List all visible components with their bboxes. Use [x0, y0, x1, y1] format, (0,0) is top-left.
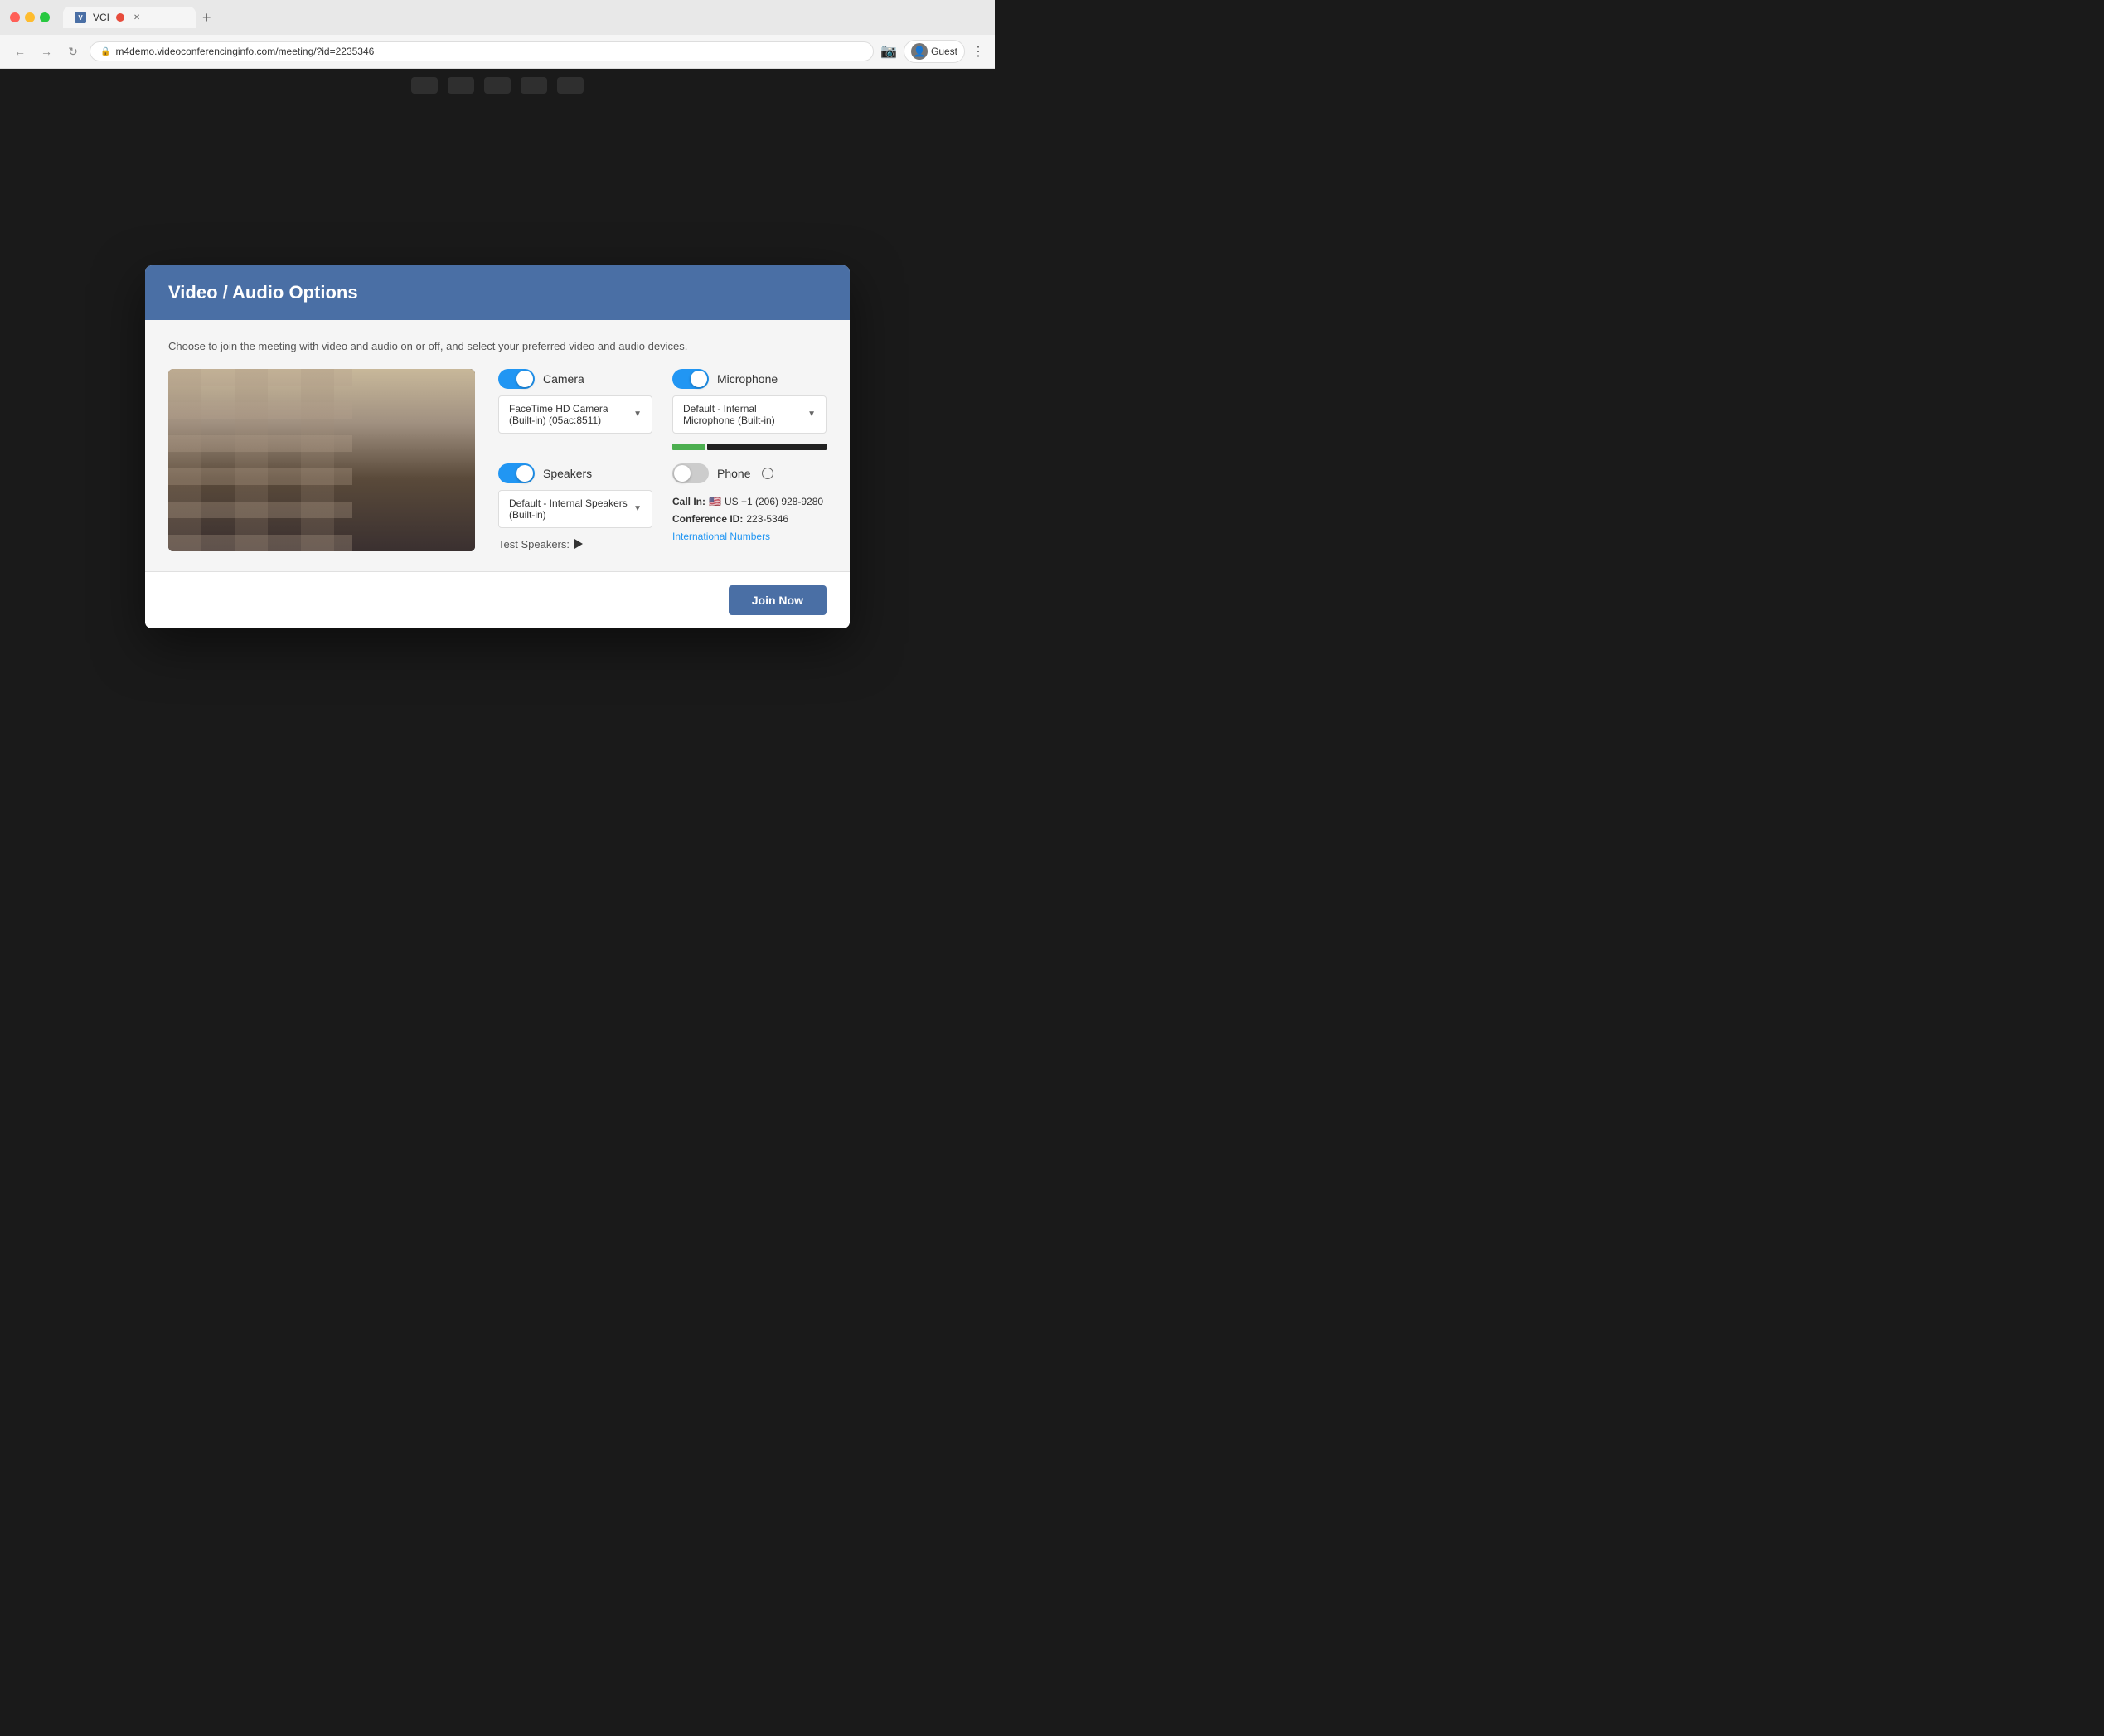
phone-label: Phone	[717, 467, 750, 480]
new-tab-button[interactable]: +	[202, 9, 211, 27]
call-in-label: Call In:	[672, 493, 705, 512]
speakers-device-label: Default - Internal Speakers (Built-in)	[509, 497, 633, 521]
phone-toggle-track	[672, 463, 709, 483]
modal-title: Video / Audio Options	[168, 282, 827, 303]
camera-toolbar-icon[interactable]: 📷	[880, 43, 897, 60]
reload-button[interactable]: ↻	[63, 41, 83, 61]
camera-select-arrow: ▼	[633, 410, 642, 419]
microphone-control-group: Microphone Default - Internal Microphone…	[672, 369, 827, 450]
phone-label-row: Phone i	[672, 463, 827, 483]
conference-id-value: 223-5346	[746, 511, 788, 529]
minimize-window-button[interactable]	[25, 12, 35, 22]
forward-button[interactable]: →	[36, 41, 56, 61]
speakers-toggle[interactable]	[498, 463, 535, 483]
phone-info-icon[interactable]: i	[762, 468, 773, 479]
test-speakers-label: Test Speakers:	[498, 538, 570, 550]
phone-number: US +1 (206) 928-9280	[725, 493, 823, 512]
join-now-button[interactable]: Join Now	[729, 585, 827, 615]
phone-section: Call In: 🇺🇸 US +1 (206) 928-9280 Confere…	[672, 493, 827, 544]
browser-menu-button[interactable]: ⋮	[972, 43, 985, 60]
microphone-select-arrow: ▼	[807, 410, 816, 419]
flag-icon: 🇺🇸	[709, 493, 721, 512]
camera-control-group: Camera FaceTime HD Camera (Built-in) (05…	[498, 369, 652, 450]
modal-content-row: Camera FaceTime HD Camera (Built-in) (05…	[168, 369, 827, 551]
microphone-device-label: Default - Internal Microphone (Built-in)	[683, 403, 807, 426]
speakers-label-row: Speakers	[498, 463, 652, 483]
video-audio-options-modal: Video / Audio Options Choose to join the…	[145, 265, 850, 628]
tab-record-dot	[116, 13, 124, 22]
phone-toggle[interactable]	[672, 463, 709, 483]
microphone-label-row: Microphone	[672, 369, 827, 389]
speakers-select-arrow: ▼	[633, 504, 642, 513]
modal-overlay: Video / Audio Options Choose to join the…	[145, 265, 850, 628]
camera-toggle-thumb	[516, 371, 533, 387]
modal-header: Video / Audio Options	[145, 265, 850, 320]
toolbar-right: 📷 👤 Guest ⋮	[880, 40, 985, 63]
address-bar[interactable]: 🔒 m4demo.videoconferencinginfo.com/meeti…	[90, 41, 874, 61]
microphone-toggle[interactable]	[672, 369, 709, 389]
tab-title: VCI	[93, 12, 109, 23]
avatar: 👤	[911, 43, 928, 60]
browser-titlebar: V VCI ✕ +	[0, 0, 995, 35]
speakers-control-group: Speakers Default - Internal Speakers (Bu…	[498, 463, 652, 550]
phone-number-row: Call In: 🇺🇸 US +1 (206) 928-9280	[672, 493, 827, 512]
modal-body: Choose to join the meeting with video an…	[145, 320, 850, 571]
modal-footer: Join Now	[145, 571, 850, 628]
back-button[interactable]: ←	[10, 41, 30, 61]
traffic-lights	[10, 12, 50, 22]
controls-area: Camera FaceTime HD Camera (Built-in) (05…	[498, 369, 827, 550]
microphone-toggle-track	[672, 369, 709, 389]
wall-texture	[168, 369, 352, 551]
audio-level-meter	[672, 444, 827, 450]
page-background: Video / Audio Options Choose to join the…	[0, 69, 995, 824]
conference-id-row: Conference ID: 223-5346	[672, 511, 827, 529]
test-speakers-play-button[interactable]	[574, 539, 583, 549]
speakers-phone-row: Speakers Default - Internal Speakers (Bu…	[498, 463, 827, 550]
bg-toolbar	[411, 77, 584, 94]
audio-meter-active	[672, 444, 705, 450]
url-display: m4demo.videoconferencinginfo.com/meeting…	[115, 46, 374, 57]
modal-description: Choose to join the meeting with video an…	[168, 340, 827, 352]
browser-chrome: V VCI ✕ + ← → ↻ 🔒 m4demo.videoconferenci…	[0, 0, 995, 69]
lock-icon: 🔒	[100, 47, 110, 56]
camera-label: Camera	[543, 372, 584, 386]
active-tab[interactable]: V VCI ✕	[63, 7, 196, 28]
video-preview	[168, 369, 475, 551]
speakers-select[interactable]: Default - Internal Speakers (Built-in) ▼	[498, 490, 652, 528]
test-speakers-row: Test Speakers:	[498, 538, 652, 550]
microphone-label: Microphone	[717, 372, 778, 386]
microphone-toggle-thumb	[691, 371, 707, 387]
tab-bar: V VCI ✕ +	[63, 7, 985, 28]
tab-close-button[interactable]: ✕	[131, 12, 143, 23]
phone-call-in-row: Call In: 🇺🇸 US +1 (206) 928-9280 Confere…	[672, 493, 827, 529]
phone-control-group: Phone i Call In: 🇺🇸 US	[672, 463, 827, 550]
camera-toggle[interactable]	[498, 369, 535, 389]
tab-favicon: V	[75, 12, 86, 23]
audio-meter-inactive	[707, 444, 827, 450]
camera-toggle-track	[498, 369, 535, 389]
account-label: Guest	[931, 46, 957, 57]
international-numbers-link[interactable]: International Numbers	[672, 531, 770, 542]
video-person-preview	[168, 369, 475, 551]
camera-device-label: FaceTime HD Camera (Built-in) (05ac:8511…	[509, 403, 633, 426]
conference-id-label: Conference ID:	[672, 511, 743, 529]
camera-select[interactable]: FaceTime HD Camera (Built-in) (05ac:8511…	[498, 395, 652, 434]
speakers-toggle-thumb	[516, 465, 533, 482]
phone-toggle-thumb	[674, 465, 691, 482]
speakers-label: Speakers	[543, 467, 592, 480]
account-button[interactable]: 👤 Guest	[904, 40, 965, 63]
close-window-button[interactable]	[10, 12, 20, 22]
camera-microphone-row: Camera FaceTime HD Camera (Built-in) (05…	[498, 369, 827, 450]
microphone-select[interactable]: Default - Internal Microphone (Built-in)…	[672, 395, 827, 434]
speakers-toggle-track	[498, 463, 535, 483]
browser-toolbar: ← → ↻ 🔒 m4demo.videoconferencinginfo.com…	[0, 35, 995, 69]
maximize-window-button[interactable]	[40, 12, 50, 22]
camera-label-row: Camera	[498, 369, 652, 389]
